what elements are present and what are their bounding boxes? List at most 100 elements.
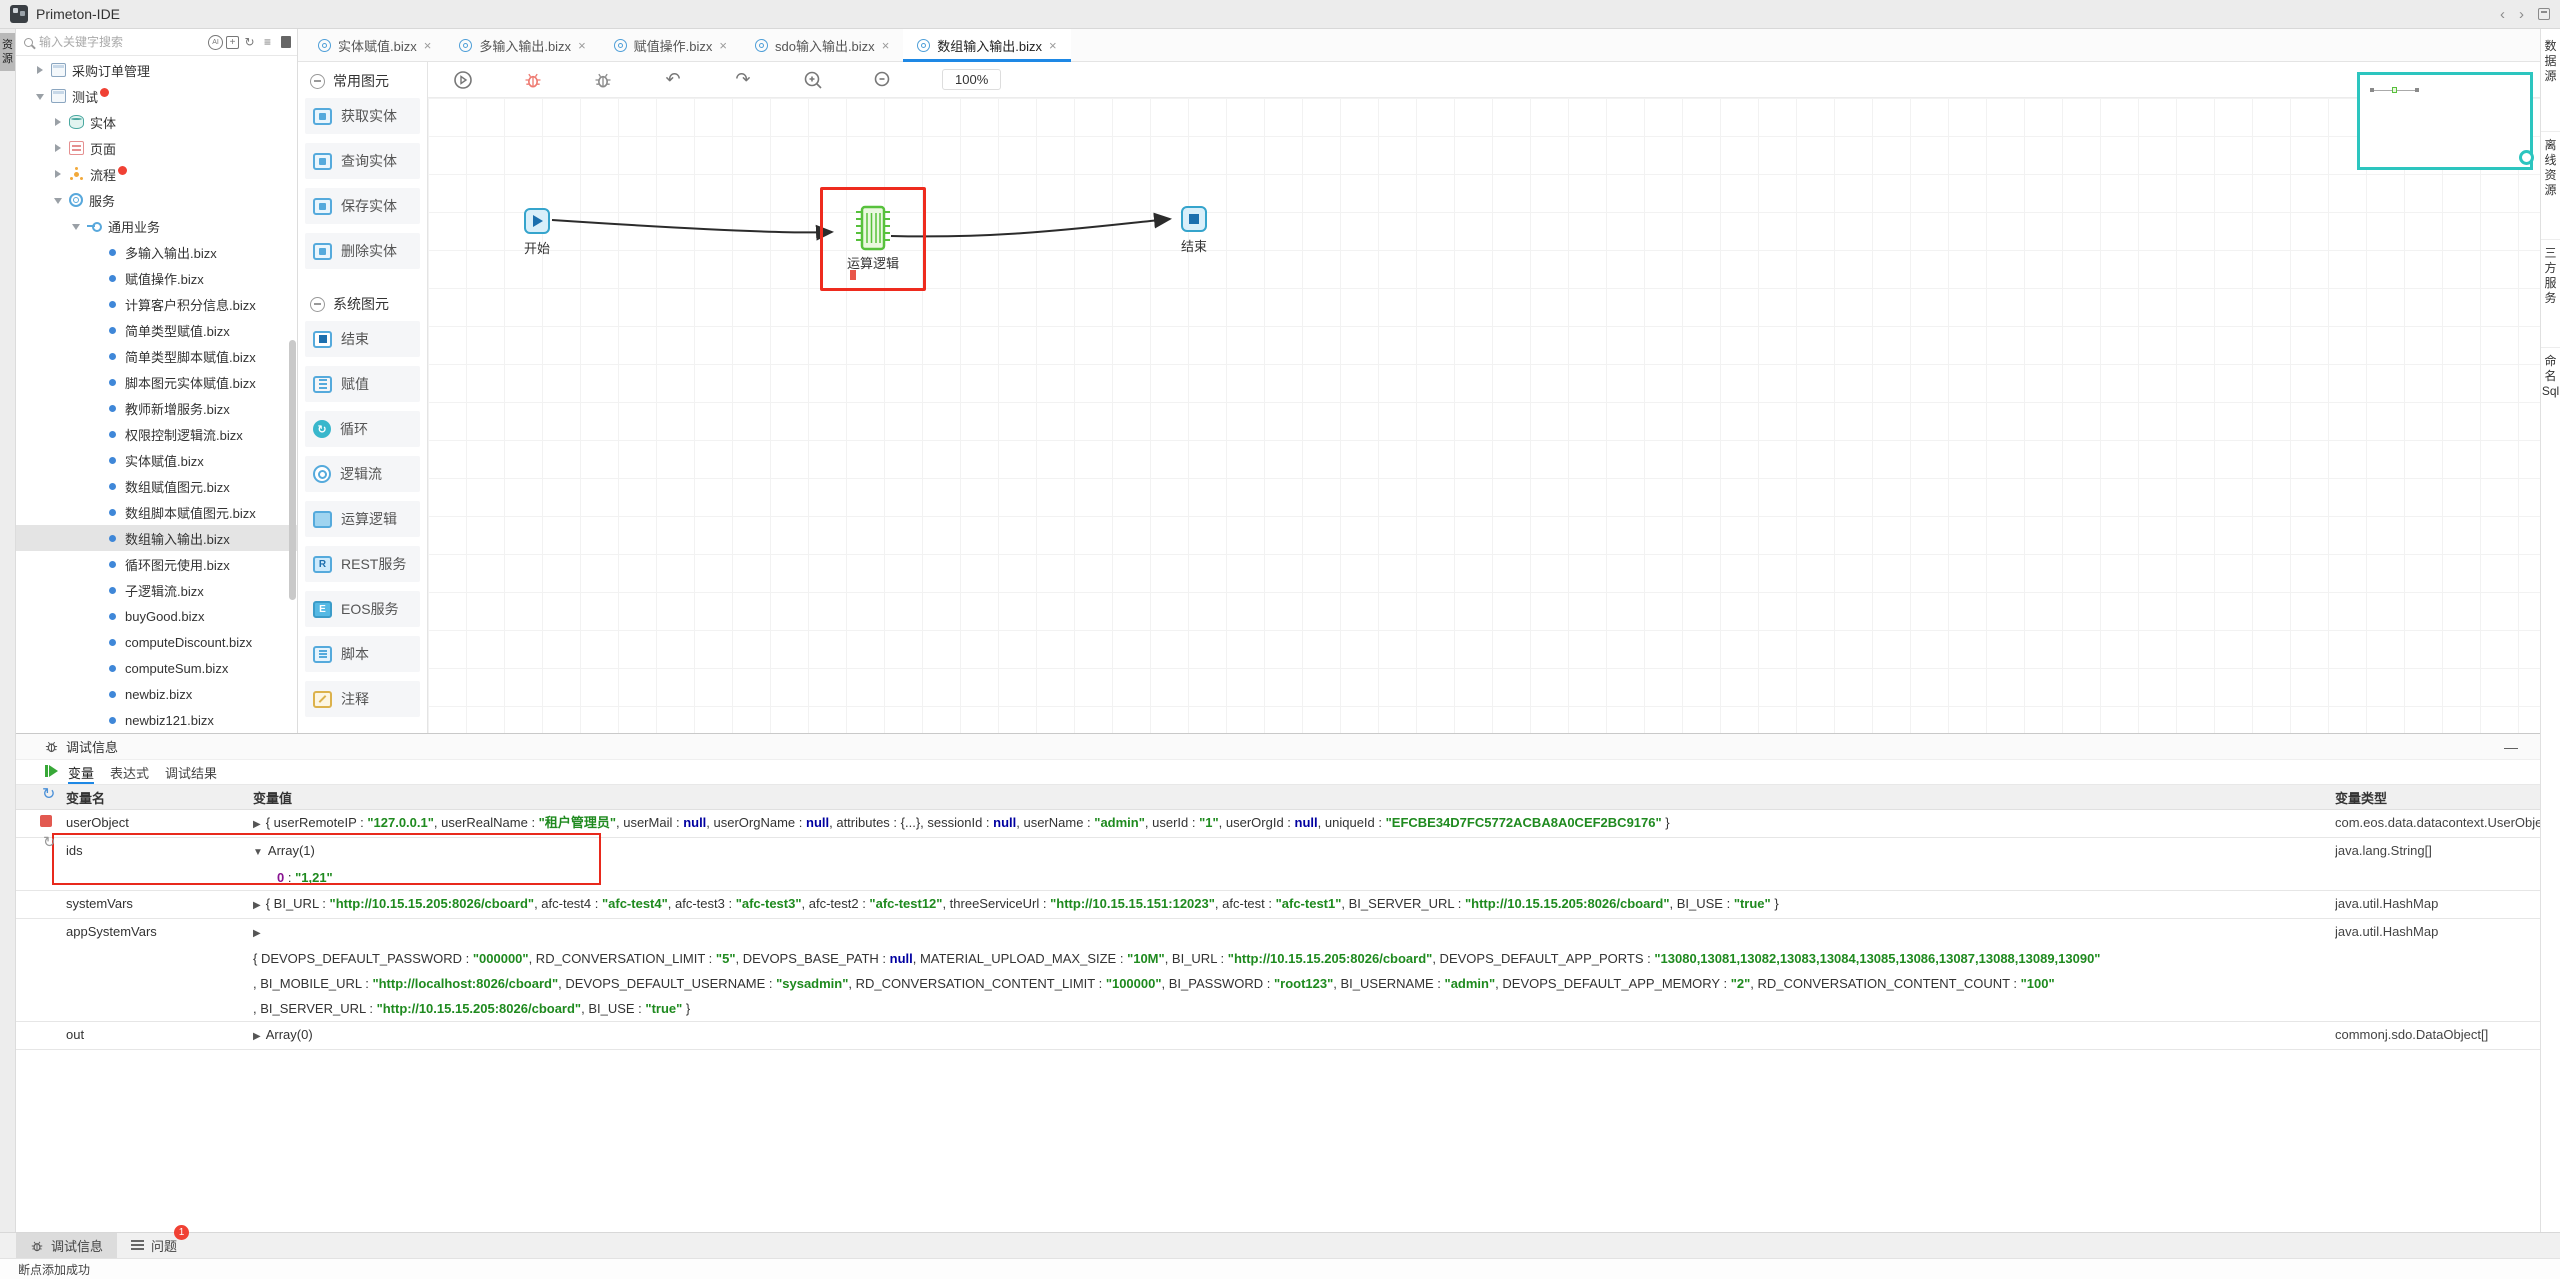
tree-item[interactable]: 服务 [16,187,297,213]
tree-item[interactable]: 页面 [16,135,297,161]
variable-row[interactable]: out▶Array(0)commonj.sdo.DataObject[] [16,1022,2540,1050]
bottom-tab-debug[interactable]: 调试信息 [16,1233,117,1258]
undo-icon[interactable]: ↶ [662,69,684,91]
tree-item[interactable]: 实体 [16,109,297,135]
collapse-icon[interactable] [310,297,325,312]
tree-item[interactable]: 循环图元使用.bizx [16,551,297,577]
right-strip-tab[interactable]: 三方服务 [2541,239,2560,306]
canvas-grid[interactable]: 开始 [428,98,2540,733]
stop-debug-icon[interactable] [40,815,52,827]
resume-icon[interactable] [49,765,58,777]
variable-row[interactable]: systemVars▶{ BI_URL : "http://10.15.15.2… [16,891,2540,919]
palette-item[interactable]: REST服务 [305,546,420,582]
palette-item[interactable]: 注释 [305,681,420,717]
file-tab[interactable]: 赋值操作.bizx× [600,29,741,61]
search-input[interactable] [39,35,205,49]
forward-icon[interactable]: › [2519,6,2524,23]
palette-item[interactable]: 逻辑流 [305,456,420,492]
refresh-icon[interactable]: ↻ [242,35,257,50]
end-node[interactable] [1181,206,1207,232]
chevron-right-icon[interactable] [52,142,64,154]
debug-icon[interactable] [522,69,544,91]
tree-item[interactable]: 权限控制逻辑流.bizx [16,421,297,447]
expander-icon[interactable]: ▶ [253,900,261,911]
palette-item[interactable]: 赋值 [305,366,420,402]
tree-item[interactable]: 赋值操作.bizx [16,265,297,291]
expander-icon[interactable]: ▶ [253,819,261,830]
tree-item[interactable]: 子逻辑流.bizx [16,577,297,603]
close-icon[interactable]: × [424,38,432,53]
back-icon[interactable]: ‹ [2500,6,2505,23]
variable-row[interactable]: ids▼Array(1)0 : "1,21"java.lang.String[] [16,838,2540,891]
palette-item[interactable]: 结束 [305,321,420,357]
file-tab[interactable]: sdo输入输出.bizx× [741,29,903,61]
zoom-level[interactable]: 100% [942,69,1001,90]
tree-item[interactable]: 简单类型赋值.bizx [16,317,297,343]
chevron-right-icon[interactable] [52,116,64,128]
chevron-down-icon[interactable] [52,194,64,206]
palette-section-header[interactable]: 系统图元 [298,285,427,321]
minimap[interactable] [2357,72,2533,170]
tree-item[interactable]: 数组脚本赋值图元.bizx [16,499,297,525]
run-icon[interactable] [452,69,474,91]
chevron-down-icon[interactable] [70,220,82,232]
tree-item[interactable]: 测试 [16,83,297,109]
palette-item[interactable]: 运算逻辑 [305,501,420,537]
zoom-out-icon[interactable] [872,69,894,91]
tree-item[interactable]: 数组输入输出.bizx [16,525,297,551]
tree-item[interactable]: newbiz121.bizx [16,707,297,733]
layout-icon[interactable] [2538,8,2550,20]
zoom-in-icon[interactable] [802,69,824,91]
tree-item[interactable]: 采购订单管理 [16,57,297,83]
tree-item[interactable]: 多输入输出.bizx [16,239,297,265]
close-icon[interactable]: × [578,38,586,53]
minimize-icon[interactable]: — [2504,739,2518,755]
palette-item[interactable]: 循环 [305,411,420,447]
tree-item[interactable]: computeDiscount.bizx [16,629,297,655]
expander-icon[interactable]: ▶ [253,1031,261,1042]
redo-icon[interactable]: ↷ [732,69,754,91]
close-icon[interactable]: × [1049,38,1057,53]
tree-item[interactable]: 计算客户积分信息.bizx [16,291,297,317]
right-strip-tab[interactable]: 离线资源 [2541,131,2560,198]
file-tab[interactable]: 多输入输出.bizx× [445,29,599,61]
minimap-resize-handle[interactable] [2519,150,2534,165]
palette-item[interactable]: 保存实体 [305,188,420,224]
palette-item[interactable]: 删除实体 [305,233,420,269]
variable-row[interactable]: userObject▶{ userRemoteIP : "127.0.0.1",… [16,810,2540,838]
right-strip-tab[interactable]: 命名Sql [2541,347,2560,399]
palette-item[interactable]: 查询实体 [305,143,420,179]
step-refresh-icon[interactable]: ↻ [42,784,55,804]
right-strip-tab[interactable]: 数据源 [2541,33,2560,84]
tree-item[interactable]: 实体赋值.bizx [16,447,297,473]
doc-icon[interactable] [278,35,293,50]
list-icon[interactable]: ≡ [260,35,275,50]
file-tab[interactable]: 实体赋值.bizx× [304,29,445,61]
file-tab[interactable]: 数组输入输出.bizx× [903,29,1070,61]
palette-section-header[interactable]: 常用图元 [298,62,427,98]
deploy-bug-icon[interactable] [592,69,614,91]
debug-tab[interactable]: 调试结果 [165,760,217,784]
tree-item[interactable]: 流程 [16,161,297,187]
bottom-tab-problems[interactable]: 问题1 [117,1233,191,1258]
tree-item[interactable]: buyGood.bizx [16,603,297,629]
palette-item[interactable]: EOS服务 [305,591,420,627]
compute-node[interactable] [854,201,892,255]
start-node[interactable] [524,208,550,234]
debug-tab[interactable]: 表达式 [110,760,149,784]
tree-item[interactable]: 脚本图元实体赋值.bizx [16,369,297,395]
chevron-right-icon[interactable] [34,64,46,76]
close-icon[interactable]: × [719,38,727,53]
close-icon[interactable]: × [882,38,890,53]
chevron-right-icon[interactable] [52,168,64,180]
palette-item[interactable]: 脚本 [305,636,420,672]
tree-item[interactable]: newbiz.bizx [16,681,297,707]
tree-scrollbar[interactable] [289,340,296,600]
variable-row[interactable]: appSystemVars▶{ DEVOPS_DEFAULT_PASSWORD … [16,919,2540,1022]
expander-icon[interactable]: ▶ [253,928,261,939]
package-icon[interactable]: + [226,36,239,49]
tree-item[interactable]: 通用业务 [16,213,297,239]
tree-item[interactable]: 教师新增服务.bizx [16,395,297,421]
ai-icon[interactable]: AI [208,35,223,50]
expander-icon[interactable]: ▼ [253,847,263,858]
